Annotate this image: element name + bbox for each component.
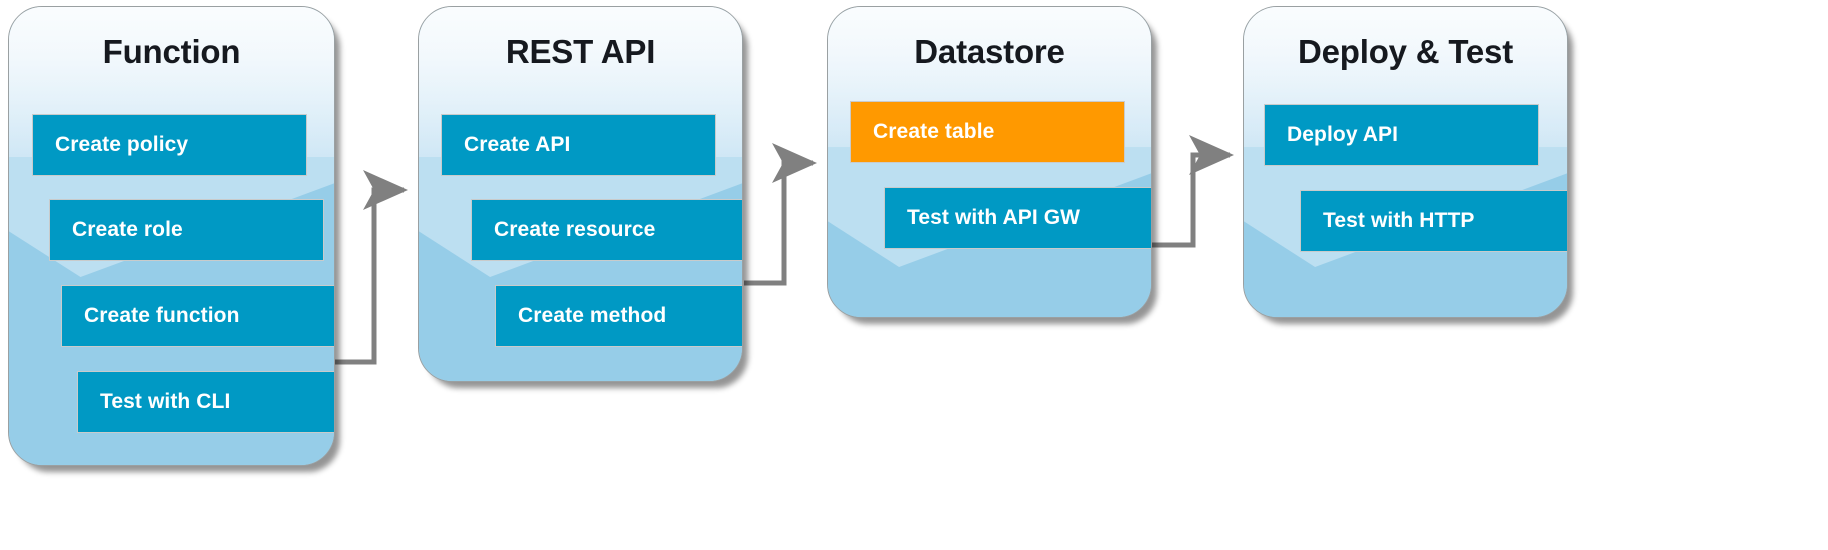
step-create-api-label: Create API (464, 133, 571, 156)
arrow-rest-api-to-datastore (744, 143, 818, 286)
step-create-role[interactable]: Create role (49, 199, 324, 261)
step-create-table[interactable]: Create table (850, 101, 1125, 163)
panel-deploy-and-test[interactable]: Deploy & Test Deploy API Test with HTTP (1243, 6, 1568, 318)
panel-rest-api-title: REST API (505, 33, 656, 70)
step-create-method[interactable]: Create method (495, 285, 742, 347)
step-create-function[interactable]: Create function (61, 285, 334, 347)
step-test-with-cli[interactable]: Test with CLI (77, 371, 334, 433)
diagram-canvas: Function Create policy Create role Creat… (0, 0, 1828, 550)
panel-function-title: Function (102, 33, 241, 70)
step-create-policy-label: Create policy (55, 133, 189, 156)
step-test-with-api-gw[interactable]: Test with API GW (884, 187, 1151, 249)
step-create-function-label: Create function (84, 304, 240, 327)
panel-deploy-and-test-title: Deploy & Test (1298, 33, 1513, 70)
panel-rest-api[interactable]: REST API Create API Create resource Crea… (418, 6, 743, 382)
panel-function[interactable]: Function Create policy Create role Creat… (8, 6, 335, 466)
step-create-api[interactable]: Create API (441, 114, 716, 176)
step-test-with-cli-label: Test with CLI (100, 390, 231, 413)
step-create-method-label: Create method (518, 304, 667, 327)
step-deploy-api-label: Deploy API (1287, 123, 1399, 146)
step-test-with-api-gw-label: Test with API GW (907, 206, 1081, 229)
step-deploy-api[interactable]: Deploy API (1264, 104, 1539, 166)
step-create-resource[interactable]: Create resource (471, 199, 742, 261)
panel-datastore[interactable]: Datastore Create table Test with API GW (827, 6, 1152, 318)
step-test-with-http[interactable]: Test with HTTP (1300, 190, 1567, 252)
arrow-datastore-to-deploy-and-test (1143, 135, 1235, 248)
step-create-table-label: Create table (873, 120, 995, 143)
step-create-policy[interactable]: Create policy (32, 114, 307, 176)
arrow-function-to-rest-api (335, 170, 409, 365)
step-test-with-http-label: Test with HTTP (1323, 209, 1475, 232)
step-create-resource-label: Create resource (494, 218, 656, 241)
step-create-role-label: Create role (72, 218, 183, 241)
panel-datastore-title: Datastore (914, 33, 1065, 70)
